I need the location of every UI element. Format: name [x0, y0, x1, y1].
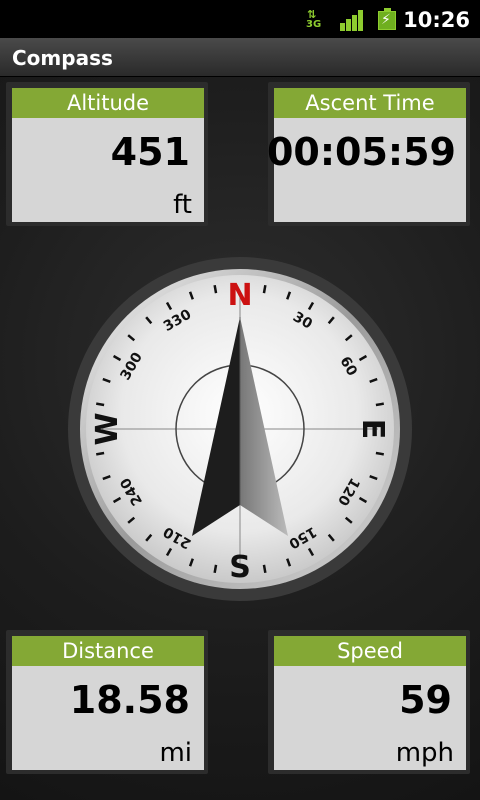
altitude-value: 451: [110, 130, 190, 174]
compass-tick: [213, 285, 218, 294]
altitude-unit: ft: [173, 190, 192, 220]
battery-charging-icon: ⚡: [378, 8, 398, 31]
title-bar: Compass: [0, 38, 480, 77]
compass-tick: [96, 402, 105, 407]
network-type-label: 3G: [306, 19, 322, 30]
ascent-time-value: 00:05:59: [266, 130, 456, 174]
network-3g-icon: ⇅ 3G: [306, 8, 322, 30]
compass-tick: [262, 285, 267, 294]
compass-north-label: N: [227, 278, 252, 313]
distance-value: 18.58: [69, 678, 190, 722]
altitude-label: Altitude: [12, 88, 204, 118]
distance-label: Distance: [12, 636, 204, 666]
ascent-time-card[interactable]: Ascent Time 00:05:59: [266, 82, 470, 226]
distance-card[interactable]: Distance 18.58 mi: [6, 630, 208, 774]
compass-west-label: W: [90, 412, 125, 445]
app-title: Compass: [12, 46, 113, 70]
altitude-card[interactable]: Altitude 451 ft: [6, 82, 208, 226]
speed-label: Speed: [274, 636, 466, 666]
compass-tick: [262, 564, 267, 573]
status-bar: ⇅ 3G ⚡ 10:26: [0, 0, 480, 38]
compass-tick: [213, 564, 218, 573]
speed-value: 59: [399, 678, 452, 722]
speed-unit: mph: [395, 738, 454, 768]
compass-tick: [375, 451, 384, 456]
compass-tick: [375, 402, 384, 407]
signal-strength-icon: [340, 9, 364, 31]
compass-east-label: E: [355, 419, 390, 440]
compass-dial: N E S W 3060120150210240300330: [68, 257, 412, 601]
status-time: 10:26: [403, 8, 470, 32]
speed-card[interactable]: Speed 59 mph: [268, 630, 470, 774]
compass-south-label: S: [229, 550, 251, 585]
compass: N E S W 30 60 120 150 210 240 300 330: [66, 255, 414, 603]
distance-unit: mi: [159, 738, 192, 768]
ascent-time-label: Ascent Time: [274, 88, 466, 118]
compass-tick: [96, 451, 105, 456]
